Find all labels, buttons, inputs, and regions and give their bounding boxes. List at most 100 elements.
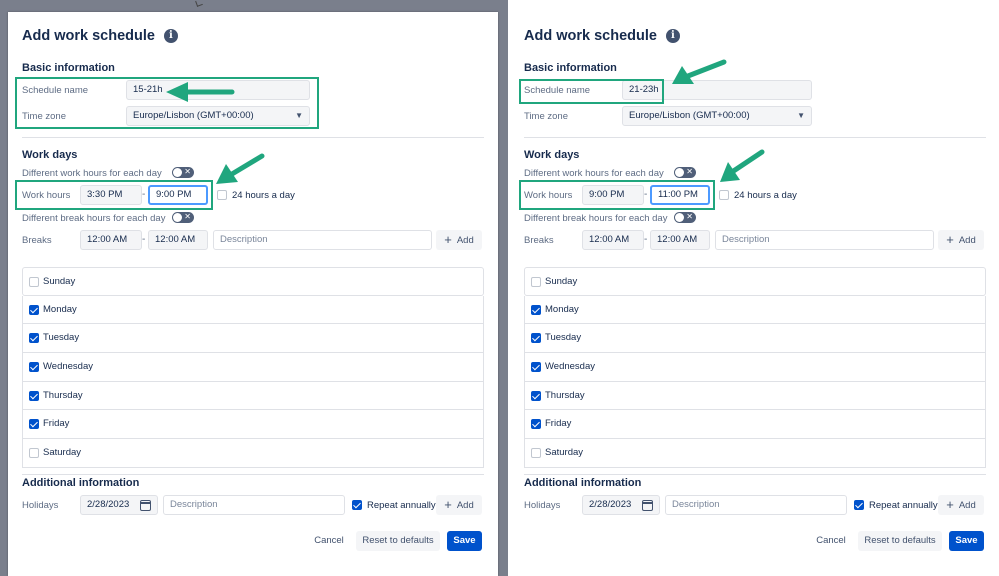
work-hours-label: Work hours [22,190,71,201]
reset-to-defaults-button[interactable]: Reset to defaults [858,531,942,551]
different-break-hours-label: Different break hours for each day [22,213,166,224]
day-checkbox[interactable] [29,390,39,401]
day-checkbox[interactable] [531,419,541,430]
day-checkbox[interactable] [29,419,39,430]
work-hours-start-input[interactable]: 9:00 PM [582,185,644,205]
24-hours-label: 24 hours a day [232,190,295,201]
chevron-down-icon: ▼ [797,111,805,120]
time-zone-select[interactable]: Europe/Lisbon (GMT+00:00) ▼ [126,106,310,126]
dialog-title: Add work schedule i [524,28,680,44]
day-checkbox[interactable] [29,333,39,344]
day-row-thursday[interactable]: Thursday [22,381,484,411]
day-row-saturday[interactable]: Saturday [524,439,986,468]
additional-information-heading: Additional information [22,477,140,489]
calendar-icon[interactable] [140,500,151,511]
day-row-thursday[interactable]: Thursday [524,381,986,411]
24-hours-checkbox[interactable] [217,190,227,200]
day-row-tuesday[interactable]: Tuesday [22,324,484,354]
day-checkbox[interactable] [531,362,541,373]
different-break-hours-toggle[interactable]: ✕ [172,212,194,223]
day-row-monday[interactable]: Monday [524,295,986,325]
work-hours-start-input[interactable]: 3:30 PM [80,185,142,205]
divider [22,474,484,475]
plus-icon: + [946,232,954,247]
schedule-name-label: Schedule name [22,85,89,96]
different-break-hours-toggle[interactable]: ✕ [674,212,696,223]
day-checkbox[interactable] [531,333,541,344]
breaks-start-input[interactable]: 12:00 AM [582,230,644,250]
schedule-name-input[interactable]: 21-23h [622,80,812,100]
plus-icon: + [946,497,954,512]
work-hours-end-input[interactable]: 11:00 PM [650,185,710,205]
day-checkbox[interactable] [29,448,39,459]
work-hours-label: Work hours [524,190,573,201]
day-row-saturday[interactable]: Saturday [22,439,484,468]
holiday-description-input[interactable]: Description [163,495,345,515]
add-holiday-button[interactable]: + Add [938,495,984,515]
schedule-name-input[interactable]: 15-21h [126,80,310,100]
calendar-icon[interactable] [642,500,653,511]
time-zone-label: Time zone [524,111,568,122]
breaks-description-input[interactable]: Description [213,230,432,250]
different-work-hours-toggle[interactable]: ✕ [674,167,696,178]
day-row-tuesday[interactable]: Tuesday [524,324,986,354]
work-days-list: Sunday Monday Tuesday Wednesday Thursday… [22,267,484,468]
repeat-annually-checkbox[interactable] [854,500,864,510]
breaks-description-input[interactable]: Description [715,230,934,250]
info-icon[interactable]: i [665,29,680,43]
day-checkbox[interactable] [29,304,39,315]
breaks-end-input[interactable]: 12:00 AM [148,230,208,250]
add-work-schedule-dialog-left: Add work schedule i Basic information Sc… [8,12,498,576]
day-checkbox[interactable] [29,277,39,287]
repeat-annually-checkbox[interactable] [352,500,362,510]
breaks-start-input[interactable]: 12:00 AM [80,230,142,250]
add-break-button[interactable]: + Add [938,230,984,250]
breaks-label: Breaks [524,235,554,246]
save-button[interactable]: Save [949,531,984,551]
time-zone-select[interactable]: Europe/Lisbon (GMT+00:00) ▼ [622,106,812,126]
day-checkbox[interactable] [531,448,541,459]
different-work-hours-label: Different work hours for each day [524,168,664,179]
chevron-down-icon: ▼ [295,111,303,120]
day-row-monday[interactable]: Monday [22,295,484,325]
day-checkbox[interactable] [531,304,541,315]
day-checkbox[interactable] [531,390,541,401]
breaks-end-input[interactable]: 12:00 AM [650,230,710,250]
cancel-button[interactable]: Cancel [809,531,853,551]
time-zone-label: Time zone [22,111,66,122]
holiday-description-input[interactable]: Description [665,495,847,515]
save-button[interactable]: Save [447,531,482,551]
basic-information-heading: Basic information [524,62,617,74]
day-row-friday[interactable]: Friday [22,410,484,440]
repeat-annually-label: Repeat annually [869,500,938,511]
day-row-sunday[interactable]: Sunday [22,267,484,296]
work-hours-end-input[interactable]: 9:00 PM [148,185,208,205]
day-row-wednesday[interactable]: Wednesday [524,353,986,382]
work-days-list: Sunday Monday Tuesday Wednesday Thursday… [524,267,986,468]
schedule-name-label: Schedule name [524,85,591,96]
cancel-button[interactable]: Cancel [307,531,351,551]
info-icon[interactable]: i [163,29,178,43]
add-work-schedule-dialog-right: Add work schedule i Basic information Sc… [510,0,999,576]
work-days-heading: Work days [22,149,78,161]
basic-information-heading: Basic information [22,62,115,74]
add-break-button[interactable]: + Add [436,230,482,250]
day-row-friday[interactable]: Friday [524,410,986,440]
holidays-label: Holidays [22,500,59,511]
breaks-label: Breaks [22,235,52,246]
reset-to-defaults-button[interactable]: Reset to defaults [356,531,440,551]
dialog-title: Add work schedule i [22,28,178,44]
divider [524,474,986,475]
day-checkbox[interactable] [29,362,39,373]
24-hours-checkbox[interactable] [719,190,729,200]
different-work-hours-toggle[interactable]: ✕ [172,167,194,178]
day-checkbox[interactable] [531,277,541,287]
day-row-wednesday[interactable]: Wednesday [22,353,484,382]
add-holiday-button[interactable]: + Add [436,495,482,515]
day-row-sunday[interactable]: Sunday [524,267,986,296]
24-hours-label: 24 hours a day [734,190,797,201]
plus-icon: + [444,497,452,512]
work-days-heading: Work days [524,149,580,161]
additional-information-heading: Additional information [524,477,642,489]
different-work-hours-label: Different work hours for each day [22,168,162,179]
